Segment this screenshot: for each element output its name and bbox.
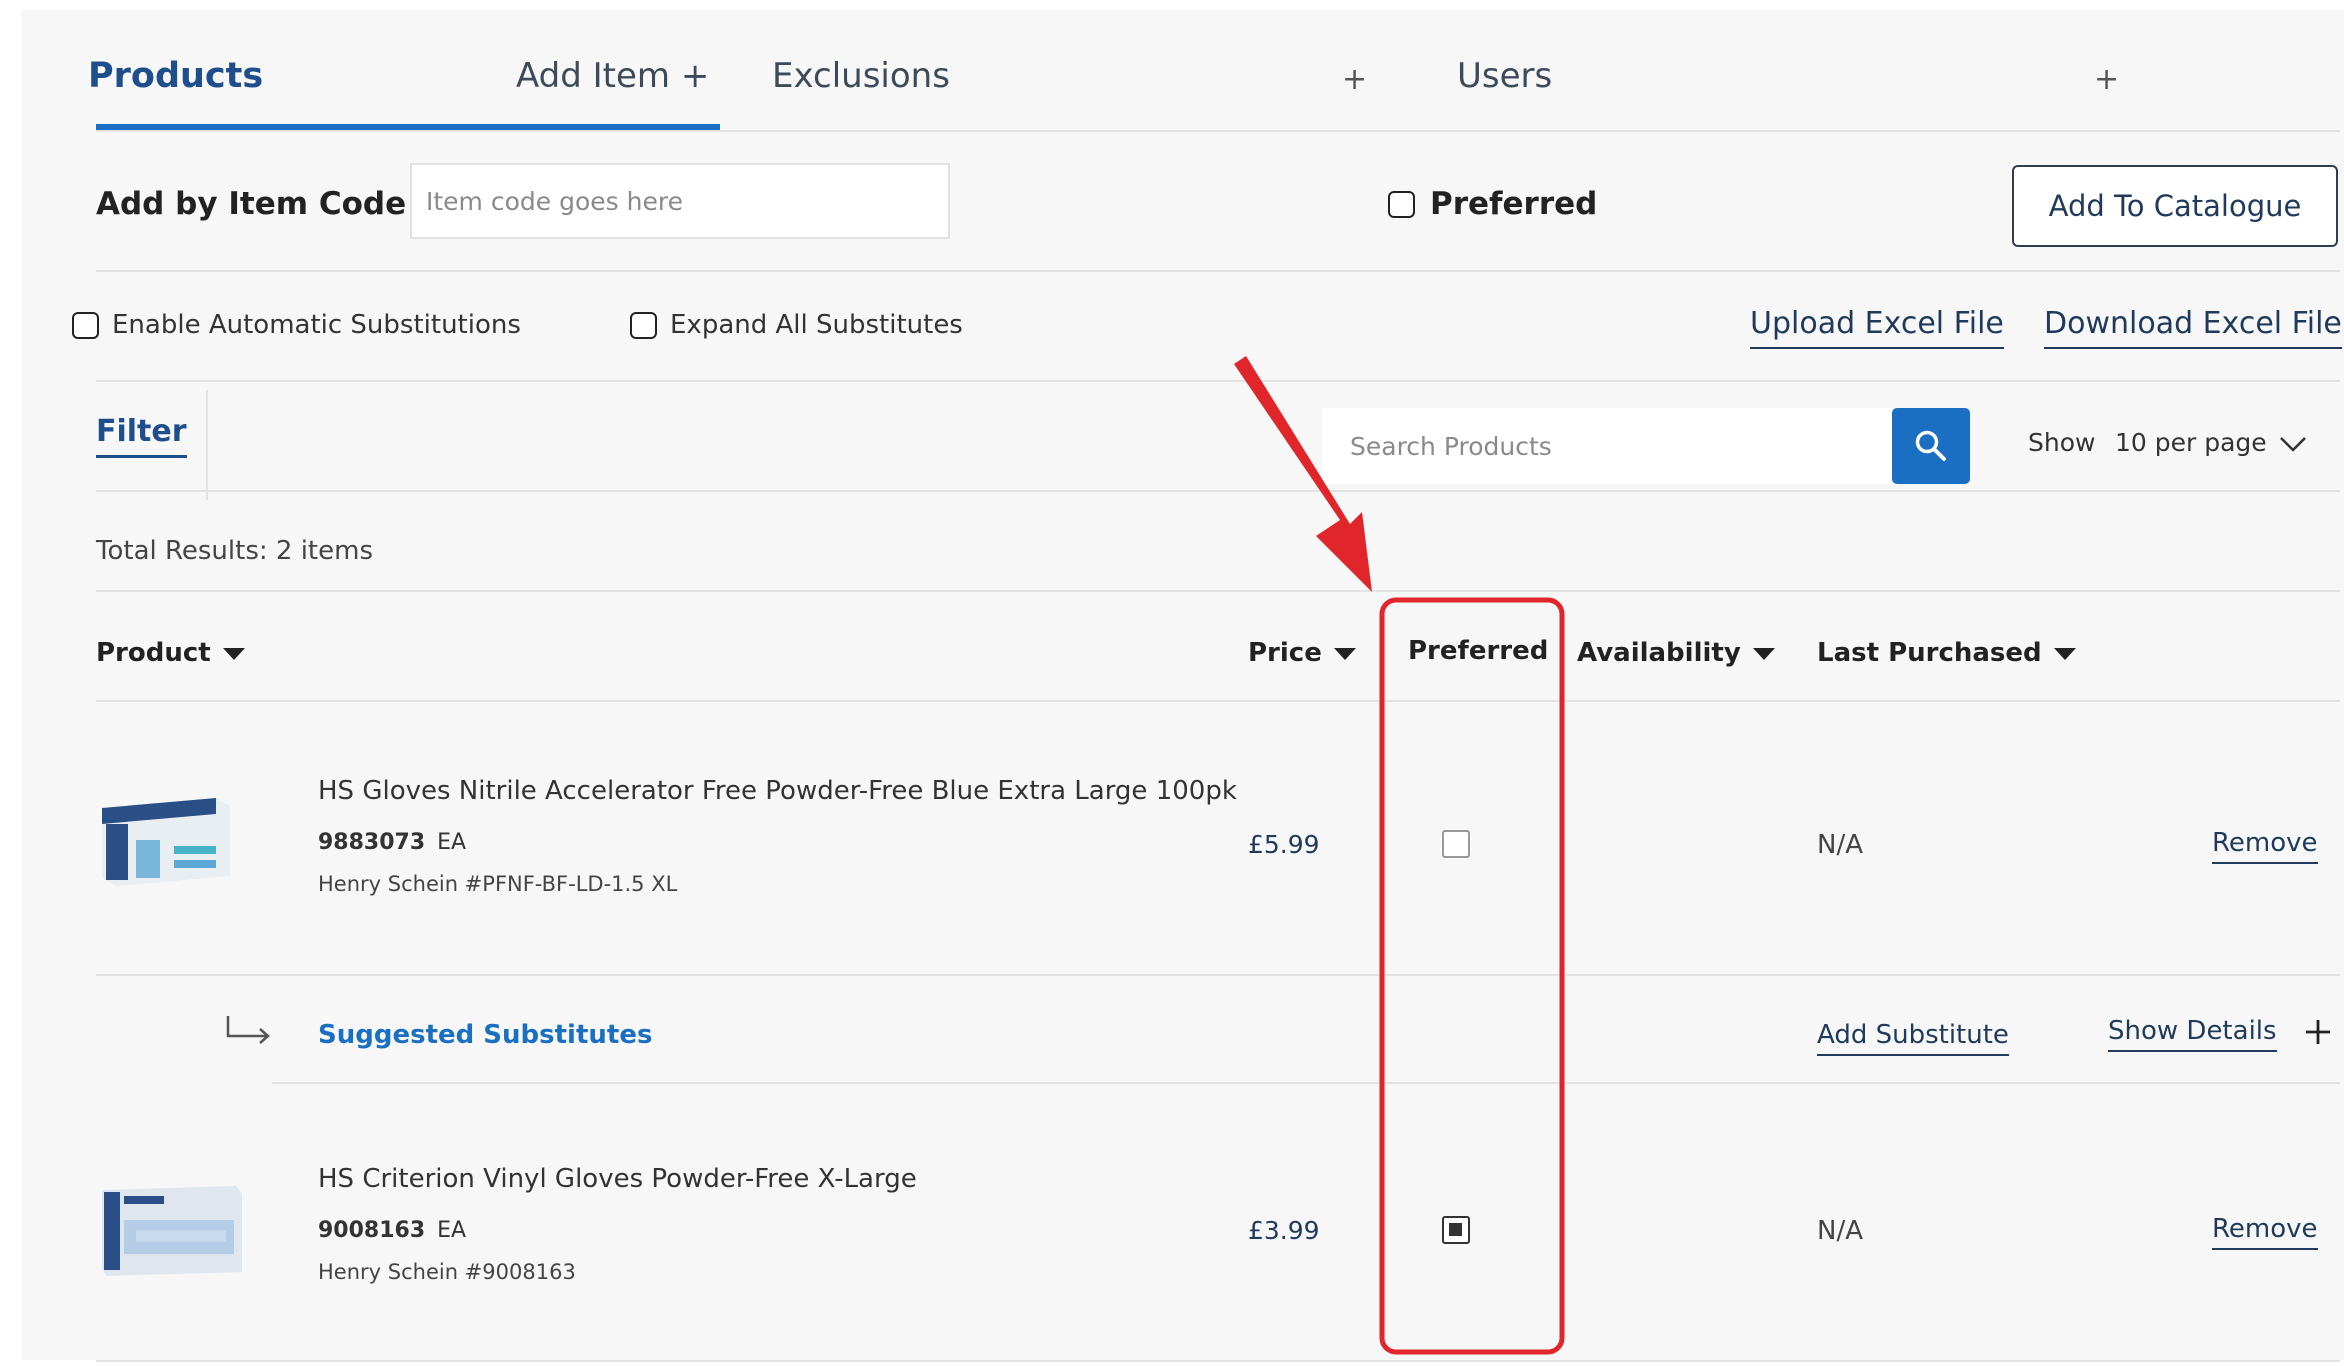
annotation-arrow: [1234, 356, 1372, 592]
annotation-overlay: [1234, 356, 1565, 1355]
preferred-column-highlight: [1379, 597, 1565, 1355]
